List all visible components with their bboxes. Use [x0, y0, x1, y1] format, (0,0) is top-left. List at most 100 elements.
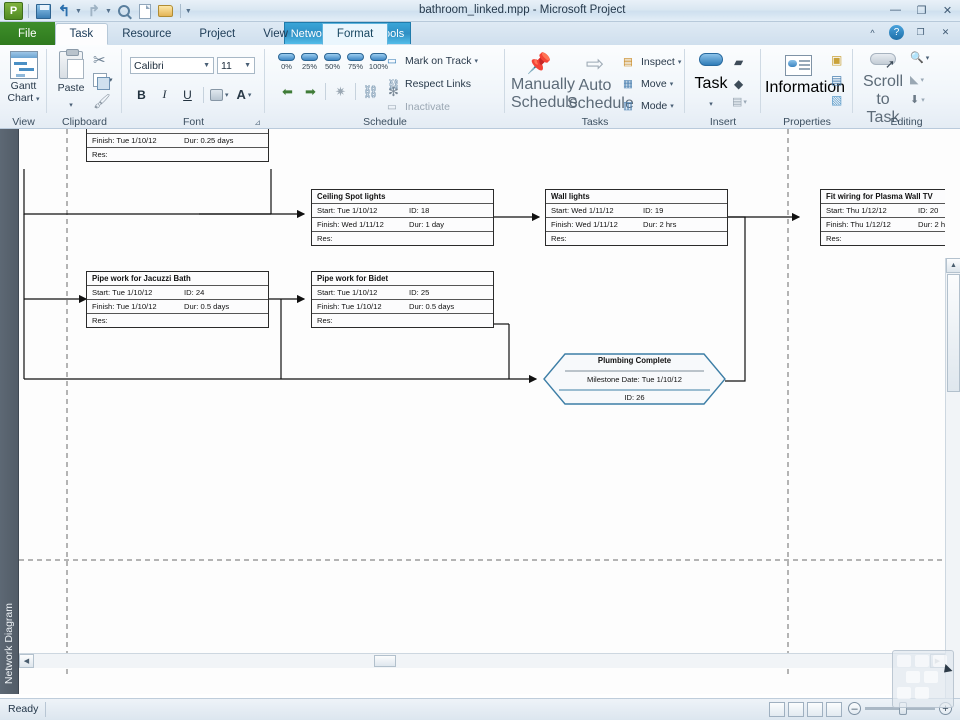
undo-dropdown-icon[interactable]: ▼ [75, 8, 82, 15]
format-painter-button[interactable]: 🖌 [93, 93, 111, 111]
font-dialog-launcher-icon[interactable]: ⊿ [254, 118, 261, 127]
auto-schedule-button[interactable]: ⇨ Auto Schedule [567, 51, 634, 113]
insert-summary-button[interactable]: ▰ [734, 53, 743, 71]
diagram-canvas[interactable]: Start: Tue 1/10/12 ID: 17 Finish: Tue 1/… [19, 129, 945, 674]
font-size-select[interactable]: 11 ▼ [217, 57, 255, 74]
mark-on-track-dropdown-icon[interactable]: ▾ [475, 57, 479, 65]
details-button[interactable]: ▤ [831, 71, 842, 89]
redo-icon[interactable]: ↱ [85, 2, 103, 20]
tab-resource[interactable]: Resource [108, 23, 185, 45]
inspect-dropdown-icon[interactable]: ▾ [678, 58, 682, 66]
customize-qat-icon[interactable]: ▼ [185, 8, 192, 15]
task-usage-view-button[interactable] [788, 702, 804, 717]
collapse-ribbon-icon[interactable]: ^ [864, 26, 881, 40]
tab-task[interactable]: Task [54, 23, 109, 45]
horizontal-scroll-thumb[interactable] [374, 655, 396, 667]
restore-document-icon[interactable]: ❐ [912, 26, 929, 40]
gantt-chart-button[interactable]: Gantt Chart ▾ [0, 45, 47, 111]
close-document-icon[interactable]: ✕ [937, 26, 954, 40]
help-icon[interactable]: ? [889, 25, 904, 40]
manually-schedule-button[interactable]: 📌 Manually Schedule [511, 51, 578, 112]
cut-button[interactable]: ✂ [93, 51, 106, 70]
inspect-button[interactable]: ▤ Inspect ▾ [623, 52, 681, 72]
zoom-out-button[interactable]: – [848, 702, 861, 715]
fill-down-dropdown-icon[interactable]: ▾ [921, 96, 925, 104]
mode-button[interactable]: ▥ Mode ▾ [623, 96, 681, 116]
insert-task-button[interactable]: Task ▾ [690, 53, 732, 111]
app-logo-icon[interactable]: P [4, 2, 23, 20]
tab-file[interactable]: File [0, 22, 55, 45]
respect-links-button[interactable]: ⛓ Respect Links [387, 74, 478, 94]
percent-50-button[interactable]: 50% [323, 53, 342, 71]
fill-color-dropdown-icon[interactable]: ▾ [225, 91, 229, 99]
tab-project[interactable]: Project [185, 23, 249, 45]
save-icon[interactable] [34, 2, 52, 20]
view-bar[interactable]: Network Diagram [0, 129, 19, 694]
scroll-left-button[interactable]: ◀ [19, 654, 34, 668]
node-5-res-label: Res: [317, 316, 333, 325]
mark-on-track-button[interactable]: ▭ Mark on Track ▾ [387, 51, 478, 71]
link-tasks-icon[interactable]: ⛓ [362, 84, 379, 99]
paste-dropdown-icon[interactable]: ▾ [69, 102, 73, 109]
underline-button[interactable]: U [178, 85, 197, 104]
background-color-button[interactable]: ▾ [210, 88, 229, 101]
redo-dropdown-icon[interactable]: ▼ [105, 8, 112, 15]
link-right-icon[interactable]: ➡ [302, 84, 319, 99]
table-row[interactable]: Start: Tue 1/10/12 ID: 17 Finish: Tue 1/… [86, 129, 269, 162]
minimize-button[interactable]: — [887, 3, 904, 17]
team-planner-view-button[interactable] [807, 702, 823, 717]
move-dropdown-icon[interactable]: ▾ [670, 80, 674, 88]
copy-button[interactable]: ▾ [93, 73, 113, 90]
node-3-finish-value: Thu 1/12/12 [850, 220, 891, 229]
unlink-left-icon[interactable]: ⬅ [279, 84, 296, 99]
percent-25-button[interactable]: 25% [300, 53, 319, 71]
horizontal-scrollbar[interactable]: ◀ ▶ [19, 653, 945, 668]
restore-button[interactable]: ❐ [913, 3, 930, 17]
resource-sheet-view-button[interactable] [826, 702, 842, 717]
scroll-up-button[interactable]: ▲ [946, 258, 960, 273]
tab-view[interactable]: View [249, 23, 302, 45]
move-button[interactable]: ▦ Move ▾ [623, 74, 681, 94]
mode-icon: ▥ [623, 100, 633, 112]
percent-100-button[interactable]: 100% [369, 53, 388, 71]
font-color-button[interactable]: A ▾ [237, 87, 252, 102]
split-task-icon[interactable]: ✷ [332, 84, 349, 99]
table-row[interactable]: Ceiling Spot lights Start: Tue 1/10/12 I… [311, 189, 494, 246]
paste-button[interactable]: Paste ▾ [53, 49, 89, 112]
clear-button[interactable]: ◣ ▾ [910, 73, 924, 86]
close-button[interactable]: ✕ [939, 3, 956, 17]
clear-dropdown-icon[interactable]: ▾ [920, 76, 924, 84]
find-button[interactable]: 🔍 ▾ [910, 51, 929, 64]
mode-dropdown-icon[interactable]: ▾ [670, 102, 674, 110]
vertical-scroll-thumb[interactable] [947, 274, 960, 392]
milestone-node[interactable]: Plumbing Complete Milestone Date: Tue 1/… [543, 353, 726, 405]
percent-0-button[interactable]: 0% [277, 53, 296, 71]
insert-milestone-button[interactable]: ◆ [734, 75, 743, 93]
font-name-select[interactable]: Calibri ▼ [130, 57, 214, 74]
find-dropdown-icon[interactable]: ▾ [926, 54, 930, 62]
table-row[interactable]: Wall lights Start: Wed 1/11/12 ID: 19 Fi… [545, 189, 728, 246]
fill-down-button[interactable]: ⬇ ▾ [910, 93, 925, 106]
notes-button[interactable]: ▣ [831, 51, 842, 69]
open-folder-icon[interactable] [157, 2, 175, 20]
task-information-button[interactable]: Information [765, 55, 845, 97]
font-color-dropdown-icon[interactable]: ▾ [248, 91, 252, 99]
table-row[interactable]: Pipe work for Bidet Start: Tue 1/10/12 I… [311, 271, 494, 328]
gantt-chart-view-button[interactable] [769, 702, 785, 717]
insert-deliverable-button[interactable]: ▤ ▾ [732, 95, 747, 108]
percent-75-button[interactable]: 75% [346, 53, 365, 71]
gantt-chart-dropdown-icon[interactable]: ▾ [36, 96, 40, 103]
deliverable-dropdown-icon[interactable]: ▾ [743, 98, 747, 106]
inactivate-button[interactable]: ▭ Inactivate [387, 97, 478, 117]
floating-panel-overlay[interactable] [892, 650, 954, 708]
bold-button[interactable]: B [132, 85, 151, 104]
print-preview-icon[interactable] [115, 2, 133, 20]
insert-task-dropdown-icon[interactable]: ▾ [709, 101, 713, 108]
add-to-timeline-button[interactable]: ▧ [831, 91, 842, 109]
table-row[interactable]: Fit wiring for Plasma Wall TV Start: Thu… [820, 189, 945, 246]
tab-format[interactable]: Format [321, 23, 389, 45]
new-document-icon[interactable] [136, 2, 154, 20]
italic-button[interactable]: I [155, 85, 174, 104]
undo-icon[interactable]: ↰ [55, 2, 73, 20]
table-row[interactable]: Pipe work for Jacuzzi Bath Start: Tue 1/… [86, 271, 269, 328]
